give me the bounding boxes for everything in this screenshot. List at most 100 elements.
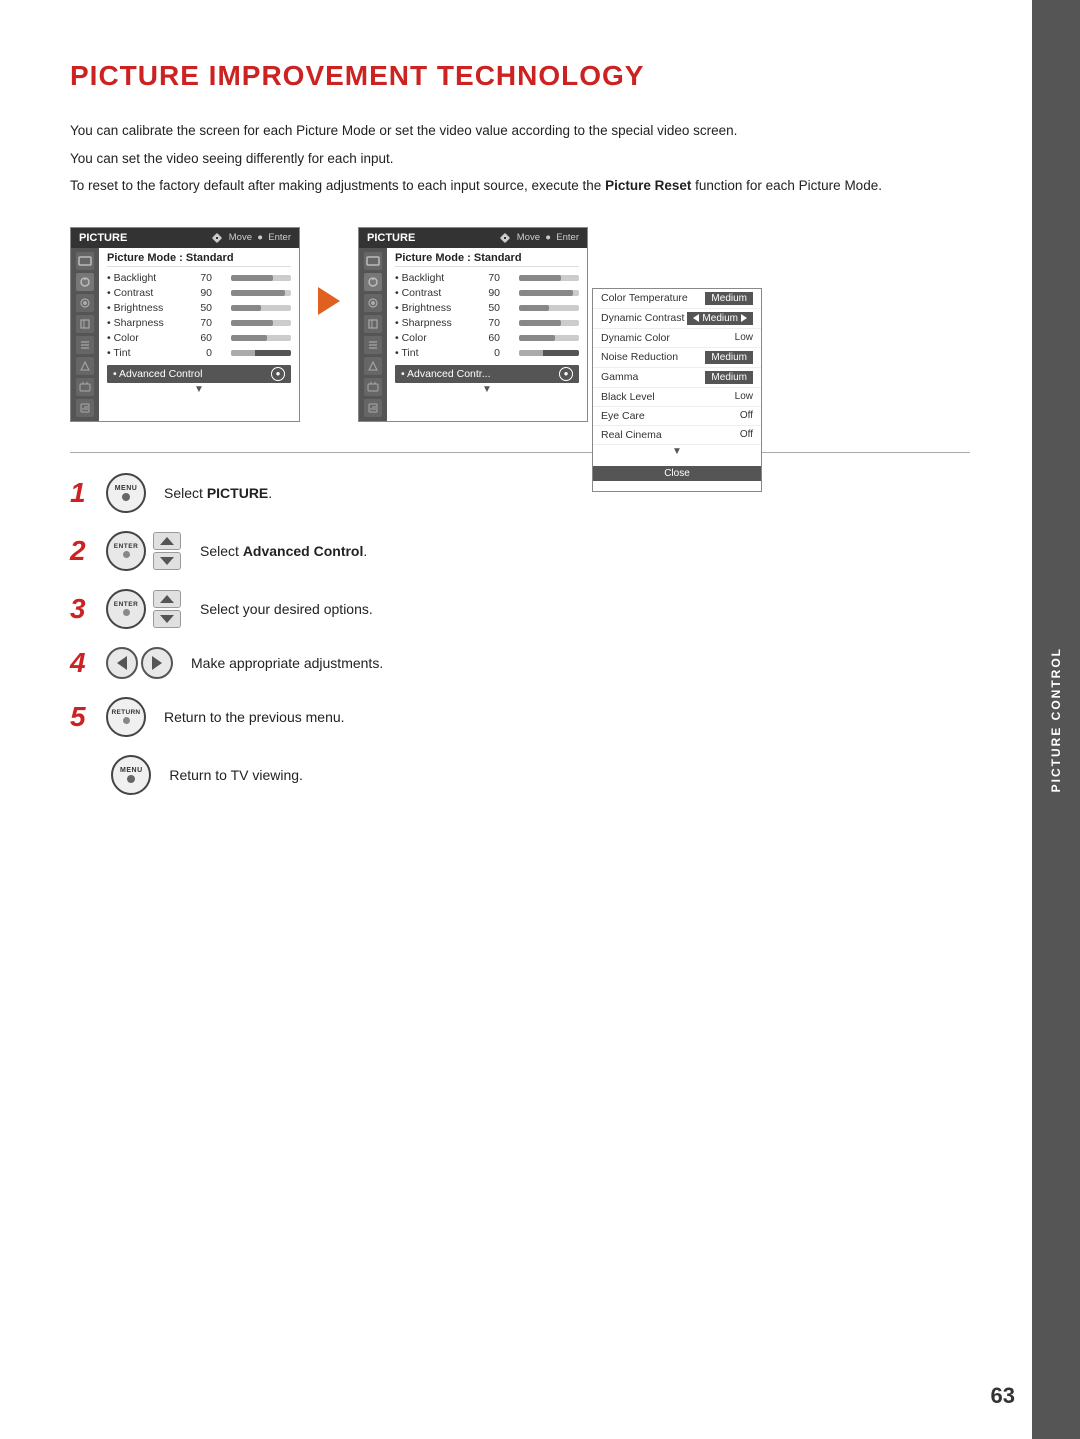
dropdown-value-noise-reduction: Medium: [705, 351, 753, 364]
menu2-row-brightness: • Brightness 50: [395, 301, 579, 316]
sidebar2-icon-1: [364, 252, 382, 270]
dropdown-label-gamma: Gamma: [601, 371, 638, 383]
step-1-number: 1: [70, 479, 88, 507]
step-menu-return: MENU Return to TV viewing.: [70, 755, 970, 795]
dropdown-row-noise-reduction: Noise Reduction Medium: [593, 348, 761, 368]
dropdown-row-real-cinema: Real Cinema Off: [593, 426, 761, 445]
down-arrow-button-2[interactable]: [153, 610, 181, 628]
menu2-nav: Move ● Enter: [499, 232, 579, 244]
step-menu-text: Return to TV viewing.: [169, 767, 303, 783]
dropdown-row-black-level: Black Level Low: [593, 388, 761, 407]
dropdown-row-gamma: Gamma Medium: [593, 368, 761, 388]
sidebar-icon-7: [76, 378, 94, 396]
menu2-row-tint: • Tint 0: [395, 346, 579, 361]
sidebar2-icon-5: [364, 336, 382, 354]
step-3-number: 3: [70, 595, 88, 623]
dropdown-row-dynamic-color: Dynamic Color Low: [593, 329, 761, 348]
step-1: 1 MENU Select PICTURE.: [70, 473, 970, 513]
sidebar-icon-2: [76, 273, 94, 291]
dropdown-panel: Color Temperature Medium Dynamic Contras…: [592, 288, 762, 492]
menu1-row-tint: • Tint 0: [107, 346, 291, 361]
steps-area: 1 MENU Select PICTURE. 2 ENTER: [70, 473, 970, 795]
enter-button-1[interactable]: ENTER: [106, 531, 146, 571]
dropdown-label-color-temp: Color Temperature: [601, 292, 688, 304]
step-1-buttons: MENU: [106, 473, 146, 513]
step-4-number: 4: [70, 649, 88, 677]
left-arrow-button[interactable]: [106, 647, 138, 679]
dropdown-down-arrow: ▼: [593, 445, 761, 458]
dropdown-label-eye-care: Eye Care: [601, 410, 645, 422]
menu2-header: PICTURE Move ● Enter: [359, 228, 587, 248]
menu-button[interactable]: MENU: [106, 473, 146, 513]
advanced-icon: ●: [271, 367, 285, 381]
step-2-buttons: ENTER: [106, 531, 182, 571]
menu1-row-brightness: • Brightness 50: [107, 301, 291, 316]
step-4-text: Make appropriate adjustments.: [191, 655, 383, 671]
arrow-container: [300, 227, 358, 315]
dropdown-value-color-temp: Medium: [705, 292, 753, 305]
enter-button-2[interactable]: ENTER: [106, 589, 146, 629]
sidebar2-icon-7: [364, 378, 382, 396]
sidebar-icon-6: [76, 357, 94, 375]
close-button[interactable]: Close: [593, 466, 761, 481]
section-divider: [70, 452, 970, 453]
screenshots-area: PICTURE Move ● Enter: [70, 227, 970, 422]
sidebar-icon-8: [76, 399, 94, 417]
dropdown-value-dynamic-contrast: Medium: [687, 312, 753, 325]
up-down-buttons-1: [152, 531, 182, 571]
step-2-text: Select Advanced Control.: [200, 543, 367, 559]
down-arrow-button-1[interactable]: [153, 552, 181, 570]
sidebar2-icon-3: [364, 294, 382, 312]
menu1-body: Picture Mode : Standard • Backlight 70 •…: [71, 248, 299, 421]
step-4-buttons: [106, 647, 173, 679]
step-5-buttons: RETURN: [106, 697, 146, 737]
dropdown-label-real-cinema: Real Cinema: [601, 429, 662, 441]
step-2: 2 ENTER Select Advanced Control.: [70, 531, 970, 571]
sidebar-icon-4: [76, 315, 94, 333]
dropdown-row-color-temp: Color Temperature Medium: [593, 289, 761, 309]
page-title: PICTURE IMPROVEMENT TECHNOLOGY: [70, 60, 970, 92]
dropdown-value-black-level: Low: [735, 391, 753, 402]
dropdown-value-gamma: Medium: [705, 371, 753, 384]
menu1-nav: Move ● Enter: [211, 232, 291, 244]
up-arrow-button-1[interactable]: [153, 532, 181, 550]
step-5-text: Return to the previous menu.: [164, 709, 345, 725]
up-down-buttons-2: [152, 589, 182, 629]
menu-screenshot-1: PICTURE Move ● Enter: [70, 227, 300, 422]
menu1-down-arrow: ▼: [107, 383, 291, 396]
menu1-sidebar: [71, 248, 99, 421]
dropdown-value-eye-care: Off: [740, 410, 753, 421]
step-3: 3 ENTER Select your desired options.: [70, 589, 970, 629]
menu2-body: Picture Mode : Standard • Backlight 70 •…: [359, 248, 587, 421]
step-5: 5 RETURN Return to the previous menu.: [70, 697, 970, 737]
step-5-number: 5: [70, 703, 88, 731]
dropdown-value-dynamic-color: Low: [735, 332, 753, 343]
advanced2-icon: ●: [559, 367, 573, 381]
intro-line1: You can calibrate the screen for each Pi…: [70, 120, 970, 142]
menu1-row-color: • Color 60: [107, 331, 291, 346]
sidebar-icon-5: [76, 336, 94, 354]
right-arrow-button[interactable]: [141, 647, 173, 679]
dropdown-row-eye-care: Eye Care Off: [593, 407, 761, 426]
dropdown-row-dynamic-contrast: Dynamic Contrast Medium: [593, 309, 761, 329]
menu2-advanced: • Advanced Contr... ●: [395, 365, 579, 383]
menu-button-2[interactable]: MENU: [111, 755, 151, 795]
sidebar-text: PICTURE CONTROL: [1049, 647, 1063, 792]
menu2-sidebar: [359, 248, 387, 421]
menu1-title: PICTURE: [79, 232, 127, 244]
up-arrow-button-2[interactable]: [153, 590, 181, 608]
step-menu-buttons: MENU: [111, 755, 151, 795]
menu1-advanced: • Advanced Control ●: [107, 365, 291, 383]
step-1-text: Select PICTURE.: [164, 485, 272, 501]
menu1-row-backlight: • Backlight 70: [107, 271, 291, 286]
menu2-down-arrow: ▼: [395, 383, 579, 396]
menu1-mode: Picture Mode : Standard: [107, 252, 291, 267]
step-2-number: 2: [70, 537, 88, 565]
menu1-row-contrast: • Contrast 90: [107, 286, 291, 301]
dropdown-label-black-level: Black Level: [601, 391, 655, 403]
return-button[interactable]: RETURN: [106, 697, 146, 737]
intro-line2: You can set the video seeing differently…: [70, 148, 970, 170]
menu2-row-contrast: • Contrast 90: [395, 286, 579, 301]
menu-screenshot-2: PICTURE Move ● Enter: [358, 227, 588, 422]
menu2-main: Picture Mode : Standard • Backlight 70 •…: [387, 248, 587, 421]
